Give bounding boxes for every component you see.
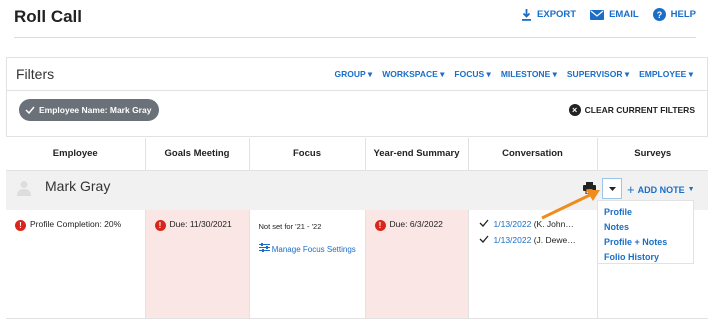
filter-menu: GROUP ▾ WORKSPACE ▾ FOCUS ▾ MILESTONE ▾ …: [335, 69, 693, 80]
annotation-arrow-icon: [541, 190, 600, 220]
alert-icon: !: [15, 220, 26, 231]
checkmark-icon: [479, 235, 488, 243]
focus-status: Not set for '21 - '22: [258, 222, 322, 231]
filter-workspace[interactable]: WORKSPACE ▾: [382, 69, 444, 80]
col-goals-meeting: Goals Meeting: [144, 138, 249, 171]
cell-goals-meeting: ! Due: 11/30/2021: [144, 210, 249, 318]
add-note-button[interactable]: + ADD NOTE ▼: [627, 182, 695, 197]
filters-divider: [7, 90, 707, 91]
filter-milestone[interactable]: MILESTONE ▾: [501, 69, 557, 80]
plus-icon: +: [627, 182, 635, 197]
filter-employee[interactable]: EMPLOYEE ▾: [639, 69, 693, 80]
help-link[interactable]: ? HELP: [652, 8, 696, 21]
avatar-icon: [17, 181, 31, 196]
col-conversation: Conversation: [467, 138, 597, 171]
conversation-date-link[interactable]: 1/13/2022: [494, 235, 532, 245]
sliders-icon: [258, 243, 270, 252]
close-icon: ×: [568, 104, 581, 116]
help-icon: ?: [652, 8, 666, 21]
conversation-item: 1/13/2022 (J. Dewe…: [479, 235, 597, 245]
conversation-date-link[interactable]: 1/13/2022: [494, 219, 532, 229]
envelope-icon: [590, 9, 605, 20]
checkmark-icon: [479, 219, 488, 227]
svg-text:?: ?: [656, 10, 662, 20]
alert-icon: !: [374, 220, 386, 231]
caret-down-icon: ▼: [687, 186, 695, 193]
row-options-dropdown-button[interactable]: [602, 178, 622, 199]
email-link[interactable]: EMAIL: [590, 9, 639, 20]
cell-profile-completion: ! Profile Completion: 20%: [6, 210, 145, 318]
export-link[interactable]: EXPORT: [521, 8, 576, 21]
col-focus: Focus: [248, 138, 365, 171]
cell-focus: Not set for '21 - '22 Manage Focus Setti…: [248, 210, 365, 318]
cell-yearend-summary: ! Due: 6/3/2022: [364, 210, 468, 318]
col-yearend-summary: Year-end Summary: [364, 138, 468, 171]
filter-supervisor[interactable]: SUPERVISOR ▾: [567, 69, 629, 80]
filters-title: Filters: [16, 66, 55, 82]
col-employee: Employee: [6, 138, 145, 171]
menu-item-profile[interactable]: Profile: [604, 205, 687, 220]
header-actions: EXPORT EMAIL ? HELP: [521, 8, 696, 21]
page-title: Roll Call: [14, 7, 83, 26]
filter-focus[interactable]: FOCUS ▾: [454, 69, 490, 80]
clear-filters-button[interactable]: × CLEAR CURRENT FILTERS: [568, 104, 695, 116]
menu-item-profile-notes[interactable]: Profile + Notes: [604, 235, 687, 250]
manage-focus-link[interactable]: Manage Focus Settings: [258, 243, 365, 254]
filters-panel: Filters GROUP ▾ WORKSPACE ▾ FOCUS ▾ MILE…: [6, 57, 708, 137]
header-divider: [14, 37, 696, 38]
download-icon: [522, 8, 532, 21]
cell-conversation: 1/13/2022 (K. John… 1/13/2022 (J. Dewe…: [467, 210, 597, 318]
employee-name: Mark Gray: [45, 178, 111, 194]
filter-group[interactable]: GROUP ▾: [335, 69, 373, 80]
row-options-menu: Profile Notes Profile + Notes Folio Hist…: [597, 200, 694, 264]
col-surveys: Surveys: [596, 138, 708, 171]
menu-item-folio-history[interactable]: Folio History: [604, 250, 687, 265]
checkmark-icon: [25, 106, 35, 114]
caret-down-icon: [608, 186, 616, 191]
menu-item-notes[interactable]: Notes: [604, 220, 687, 235]
alert-icon: !: [154, 220, 166, 231]
active-filter-chip[interactable]: Employee Name: Mark Gray: [19, 99, 160, 121]
